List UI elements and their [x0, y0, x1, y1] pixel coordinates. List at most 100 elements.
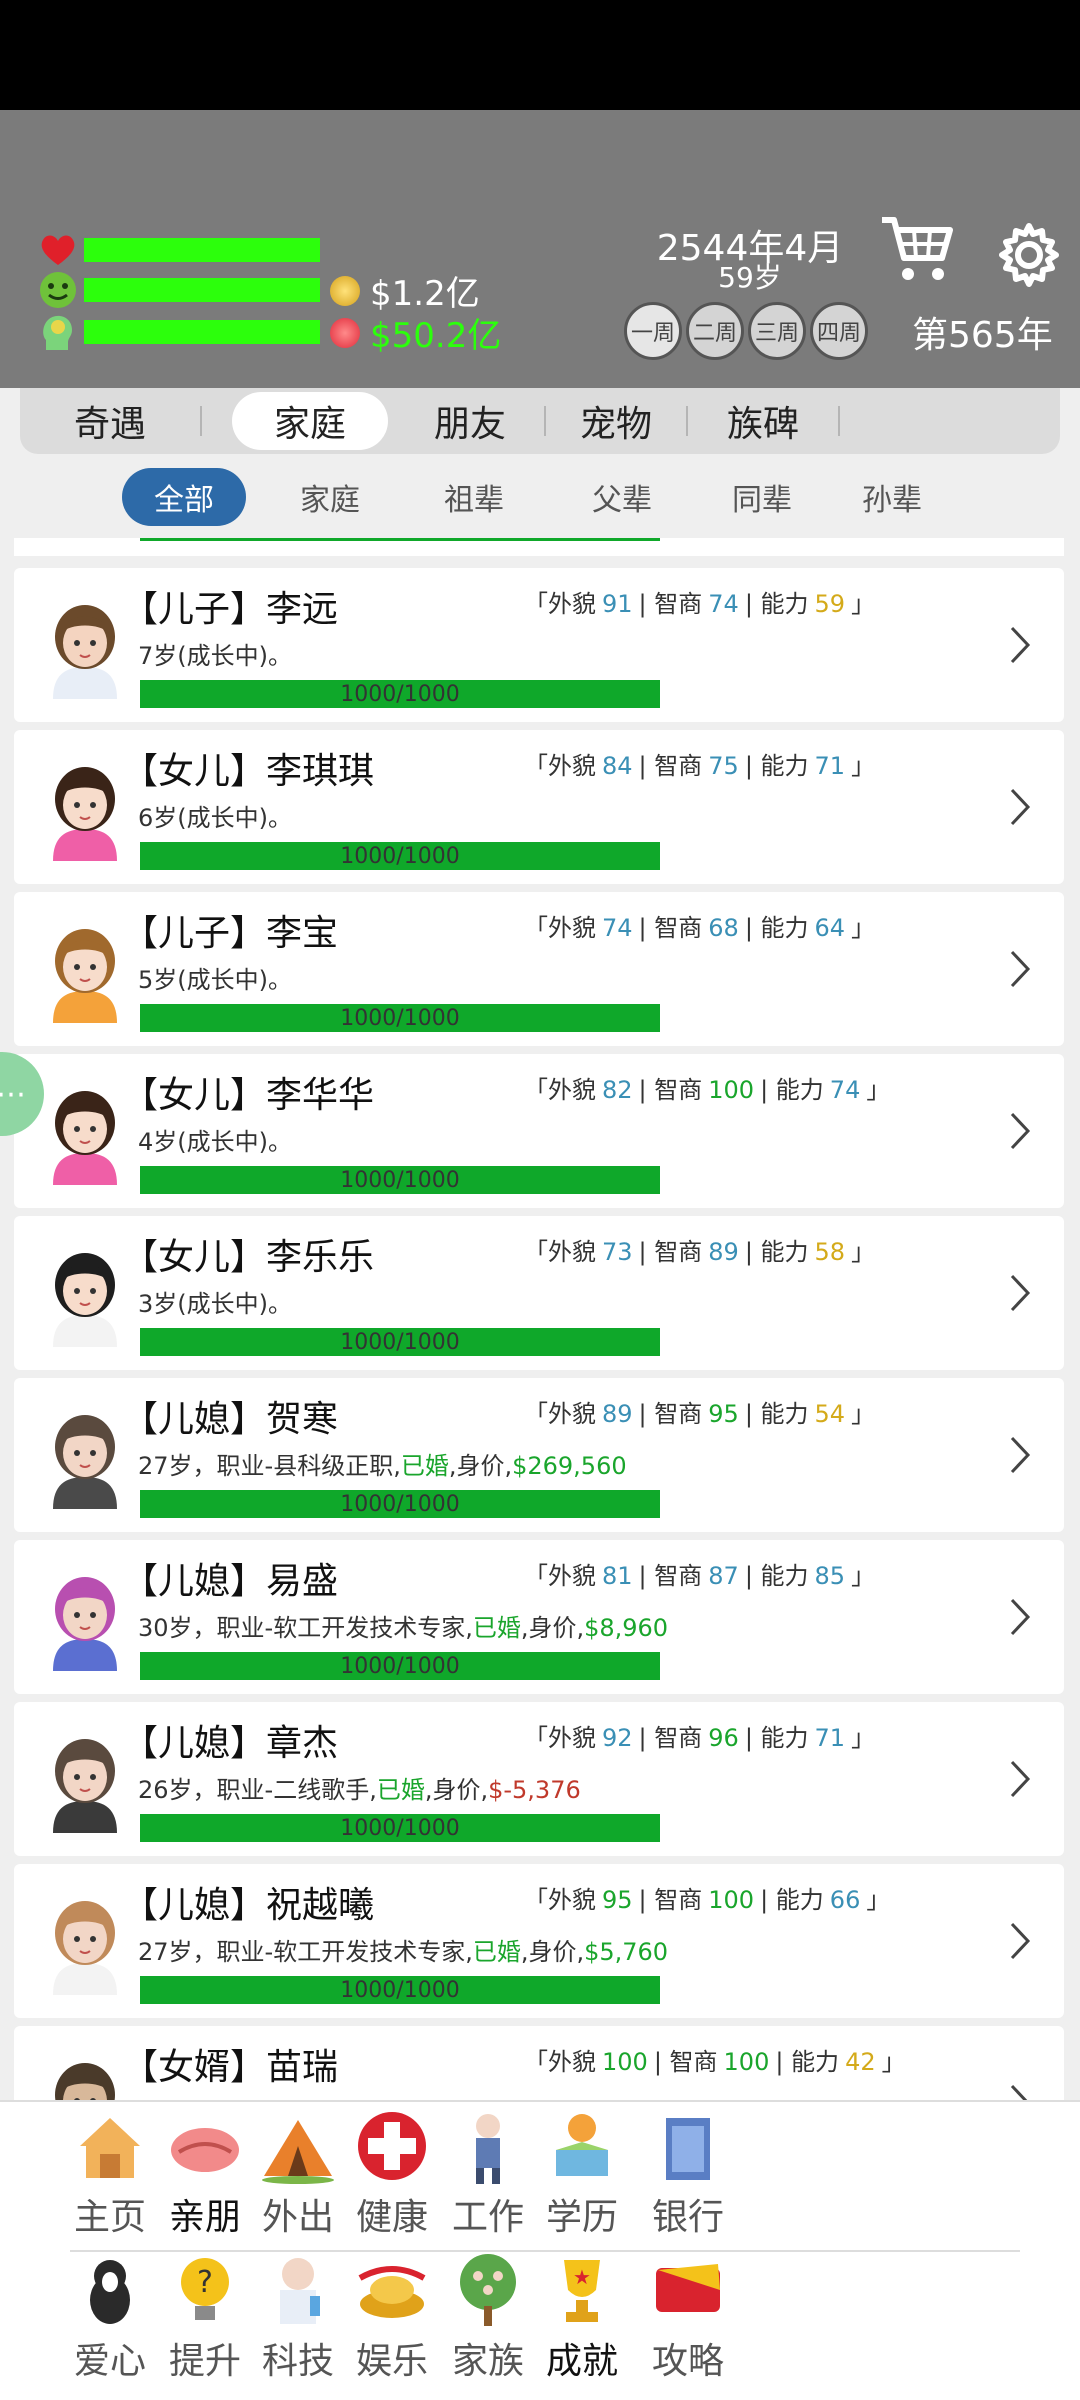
chevron-right-icon[interactable] — [1004, 1920, 1034, 1962]
nav-study[interactable]: 学历 — [522, 2106, 642, 2241]
chevron-right-icon[interactable] — [1004, 948, 1034, 990]
ability-value: 71 — [814, 1724, 846, 1752]
ability-label: 能力 — [775, 1076, 824, 1104]
settings-gear-icon[interactable] — [996, 222, 1062, 292]
nav-label: 健康 — [355, 2197, 428, 2238]
member-status: 3岁(成长中)。 — [138, 1290, 292, 1318]
member-attributes: 「外貌 74 | 智商 68 | 能力 64」 — [524, 914, 876, 942]
chevron-right-icon[interactable] — [1004, 1434, 1034, 1476]
looks-value: 100 — [602, 2048, 648, 2076]
mood-stat — [38, 270, 320, 310]
member-attributes: 「外貌 81 | 智商 87 | 能力 85」 — [524, 1562, 876, 1590]
chevron-right-icon[interactable] — [1004, 786, 1034, 828]
looks-label: 外貌 — [548, 1238, 596, 1266]
ability-value: 64 — [814, 914, 846, 942]
member-description: 6岁(成长中)。 — [138, 798, 292, 833]
member-description: 27岁，职业-软工开发技术专家,已婚,身价,$5,760 — [138, 1932, 668, 1967]
nav-label: 科技 — [261, 2341, 334, 2382]
marital-status: 已婚 — [400, 1452, 449, 1480]
list-item[interactable]: 【女儿】李华华 「外貌 82 | 智商 100 | 能力 74」 4岁(成长中)。 100… — [14, 1054, 1064, 1208]
tab-pets[interactable]: 宠物 — [546, 392, 686, 450]
list-item[interactable]: 【女儿】李乐乐 「外貌 73 | 智商 89 | 能力 58」 3岁(成长中)。 1000… — [14, 1216, 1064, 1370]
looks-label: 外貌 — [548, 1724, 596, 1752]
health-value: 1000/1000 — [340, 1815, 460, 1841]
filter-siblings[interactable]: 同辈 — [712, 468, 812, 526]
member-name: 【女婿】苗瑞 — [122, 2047, 339, 2088]
tab-encounters[interactable]: 奇遇 — [20, 392, 200, 450]
looks-label: 外貌 — [548, 1076, 596, 1104]
worth-label: ,身价, — [448, 1452, 513, 1480]
tips-icon — [648, 2250, 728, 2330]
member-status: 6岁(成长中)。 — [138, 804, 292, 832]
tab-family[interactable]: 家庭 — [232, 392, 388, 450]
member-status: 5岁(成长中)。 — [138, 966, 292, 994]
filter-parents[interactable]: 父辈 — [572, 468, 672, 526]
list-item[interactable]: 【儿子】李宝 「外貌 74 | 智商 68 | 能力 64」 5岁(成长中)。 1000/… — [14, 892, 1064, 1046]
chevron-right-icon[interactable] — [1004, 624, 1034, 666]
list-item[interactable]: 【儿媳】易盛 「外貌 81 | 智商 87 | 能力 85」 30岁，职业-软工开发技术专… — [14, 1540, 1064, 1694]
gold-ingot-icon — [352, 2250, 432, 2330]
ability-value: 54 — [814, 1400, 846, 1428]
nav-tips[interactable]: 攻略 — [628, 2250, 748, 2385]
week-1-button[interactable]: 一周 — [624, 302, 682, 360]
marital-status: 已婚 — [376, 1776, 425, 1804]
chevron-right-icon[interactable] — [1004, 1272, 1034, 1314]
filter-grandchildren[interactable]: 孙辈 — [842, 468, 942, 526]
list-item[interactable]: 【儿媳】祝越曦 「外貌 95 | 智商 100 | 能力 66」 27岁，职业-软工开发技… — [14, 1864, 1064, 2018]
member-description: 27岁，职业-县科级正职,已婚,身价,$269,560 — [138, 1446, 627, 1481]
list-item[interactable]: 【女婿】苗瑞 「外貌 100 | 智商 100 | 能力 42」 — [14, 2026, 1064, 2100]
marital-status: 已婚 — [472, 1614, 521, 1642]
health-value: 1000/1000 — [340, 1167, 460, 1193]
week-3-button[interactable]: 三周 — [748, 302, 806, 360]
iq-value: 100 — [723, 2048, 770, 2076]
looks-value: 82 — [602, 1076, 633, 1104]
looks-label: 外貌 — [548, 752, 596, 780]
looks-value: 89 — [602, 1400, 633, 1428]
filter-grandparents[interactable]: 祖辈 — [424, 468, 524, 526]
nav-bank[interactable]: 银行 — [628, 2106, 748, 2241]
ability-label: 能力 — [760, 1238, 809, 1266]
chevron-right-icon[interactable] — [1004, 1596, 1034, 1638]
list-item[interactable]: 【儿媳】贺寒 「外貌 89 | 智商 95 | 能力 54」 27岁，职业-县科级正职,已… — [14, 1378, 1064, 1532]
health-progress-bar: 1000/1000 — [140, 1976, 660, 2004]
svg-text:★: ★ — [573, 2265, 591, 2289]
member-name: 【儿媳】章杰 — [122, 1723, 339, 1764]
health-progress-bar: 1000/1000 — [140, 1652, 660, 1680]
worth-label: ,身价, — [520, 1614, 585, 1642]
member-status: 27岁，职业-软工开发技术专家, — [138, 1938, 473, 1966]
home-icon — [70, 2106, 150, 2186]
system-status-bar — [0, 0, 1080, 110]
health-bar — [84, 238, 320, 262]
game-date: 2544年4月 59岁 — [620, 228, 880, 292]
shopping-cart-icon[interactable] — [880, 214, 954, 288]
tab-friends[interactable]: 朋友 — [422, 392, 518, 450]
list-item[interactable]: 【儿媳】章杰 「外貌 92 | 智商 96 | 能力 71」 26岁，职业-二线歌手,已婚… — [14, 1702, 1064, 1856]
ability-value: 66 — [829, 1886, 861, 1914]
looks-value: 91 — [602, 590, 633, 618]
looks-value: 74 — [602, 914, 633, 942]
iq-label: 智商 — [654, 1886, 703, 1914]
red-coin-icon — [330, 317, 360, 348]
list-item[interactable] — [14, 538, 1064, 556]
week-4-button[interactable]: 四周 — [810, 302, 868, 360]
ability-label: 能力 — [760, 1562, 809, 1590]
scientist-icon — [258, 2250, 338, 2330]
brain-head-icon — [38, 312, 78, 352]
health-progress-bar: 1000/1000 — [140, 1328, 660, 1356]
list-item[interactable]: 【女儿】李琪琪 「外貌 84 | 智商 75 | 能力 71」 6岁(成长中)。 1000… — [14, 730, 1064, 884]
tab-clan-monument[interactable]: 族碑 — [688, 392, 838, 450]
nav-trophy[interactable]: ★ 成就 — [522, 2250, 642, 2385]
week-2-button[interactable]: 二周 — [686, 302, 744, 360]
chevron-right-icon[interactable] — [1004, 1110, 1034, 1152]
list-item[interactable]: 【儿子】李远 「外貌 91 | 智商 74 | 能力 59」 7岁(成长中)。 1000/… — [14, 568, 1064, 722]
filter-all[interactable]: 全部 — [122, 468, 246, 526]
member-description: 5岁(成长中)。 — [138, 960, 292, 995]
looks-label: 外貌 — [548, 1886, 596, 1914]
member-status: 27岁，职业-县科级正职, — [138, 1452, 401, 1480]
iq-label: 智商 — [654, 1724, 703, 1752]
chevron-right-icon[interactable] — [1004, 1758, 1034, 1800]
filter-family[interactable]: 家庭 — [280, 468, 380, 526]
health-value: 1000/1000 — [340, 1977, 460, 2003]
looks-label: 外貌 — [548, 2048, 596, 2076]
chevron-right-icon[interactable] — [1004, 2082, 1034, 2100]
